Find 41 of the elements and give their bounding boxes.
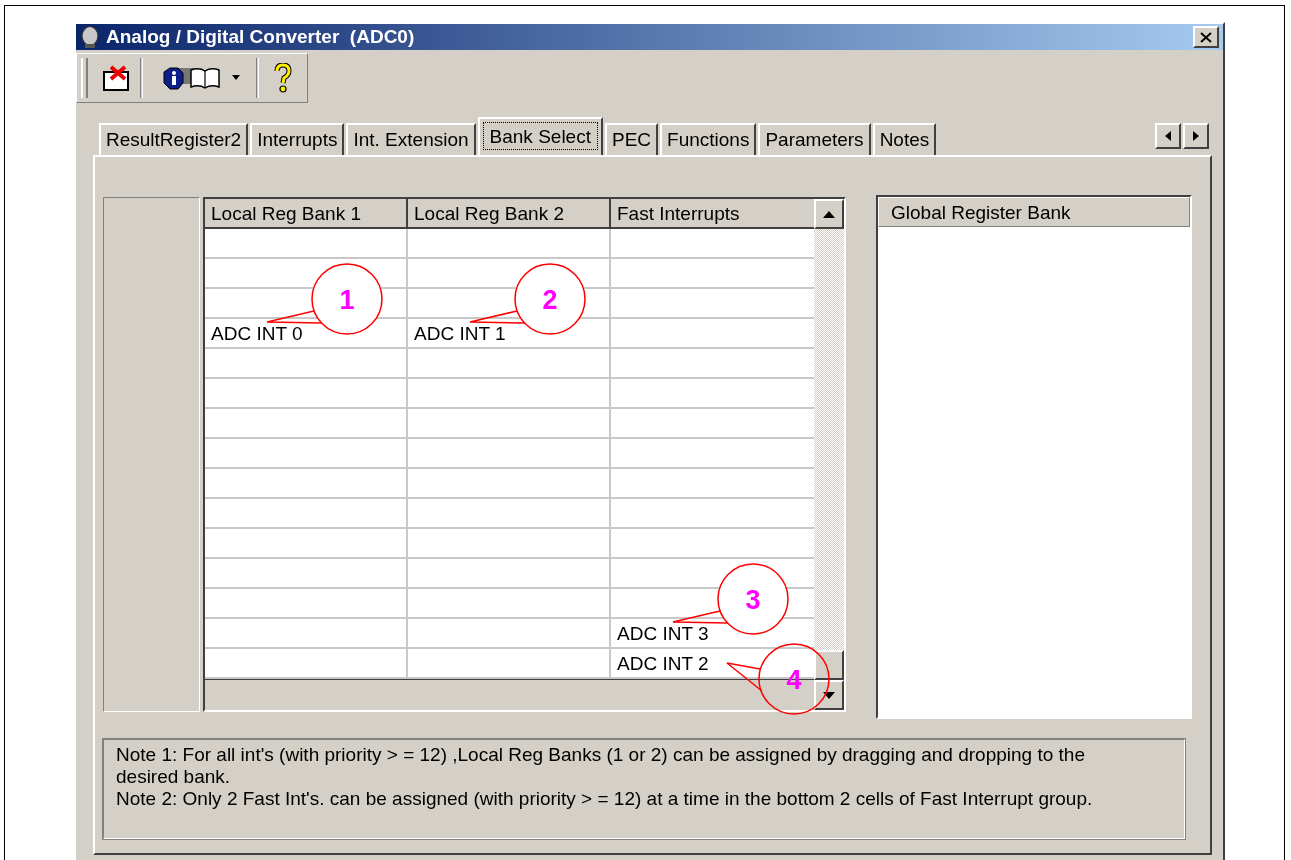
tab[interactable]: Bank Select <box>477 117 603 155</box>
tab[interactable]: Interrupts <box>250 123 345 155</box>
column-header[interactable]: Local Reg Bank 2 <box>408 199 611 229</box>
right-arrow-icon <box>1193 131 1199 141</box>
window-cross-icon <box>100 64 131 92</box>
tab[interactable]: Functions <box>660 123 757 155</box>
note-text: Note 1: For all int's (with priority > = 12) ,Local Reg Banks (1 or 2) can be assigned by dragging and dropping to the desired bank. <box>116 744 1086 788</box>
window-title: Analog / Digital Converter (ADC0) <box>106 26 416 48</box>
down-arrow-icon <box>823 691 835 699</box>
table-cell[interactable]: ADC INT 3 <box>611 619 814 649</box>
scroll-up-button[interactable] <box>814 199 844 229</box>
scrollbar-thumb[interactable] <box>814 650 844 680</box>
tab[interactable]: Notes <box>872 123 937 155</box>
close-button[interactable] <box>1193 26 1219 48</box>
scroll-right-button[interactable] <box>1183 123 1209 149</box>
table-cell[interactable]: ADC INT 0 <box>205 319 408 349</box>
tab[interactable]: Parameters <box>758 123 871 155</box>
cell-text: ADC INT 2 <box>616 653 709 675</box>
help-icon <box>273 63 293 93</box>
column-header[interactable]: Global Register Bank <box>878 197 1190 227</box>
up-arrow-icon <box>823 210 835 218</box>
note-text: Note 2: Only 2 Fast Int's. can be assigned (with priority > = 12) at a time in the bottom 2 cells of Fast Interrupt group. <box>116 788 1094 810</box>
scroll-left-button[interactable] <box>1155 123 1181 149</box>
column-header[interactable]: Local Reg Bank 1 <box>205 199 408 229</box>
cell-text: ADC INT 3 <box>616 623 709 645</box>
close-icon <box>1200 31 1212 43</box>
cell-text: ADC INT 1 <box>413 323 506 345</box>
tab[interactable]: ResultRegister2 <box>99 123 249 155</box>
head-icon <box>80 26 100 48</box>
tab[interactable]: Int. Extension <box>346 123 476 155</box>
callout-number: 3 <box>745 585 761 615</box>
table-cell[interactable]: ADC INT 1 <box>408 319 611 349</box>
scroll-down-button[interactable] <box>814 680 844 710</box>
global-register-list[interactable]: Global Register Bank <box>876 195 1192 719</box>
callout-number: 2 <box>542 285 558 315</box>
callout-number: 1 <box>339 285 355 315</box>
toolbar-grip[interactable] <box>81 58 88 98</box>
left-arrow-icon <box>1165 131 1171 141</box>
cell-text: ADC INT 0 <box>210 323 303 345</box>
tab[interactable]: PEC <box>604 123 659 155</box>
caret-icon <box>231 75 242 81</box>
